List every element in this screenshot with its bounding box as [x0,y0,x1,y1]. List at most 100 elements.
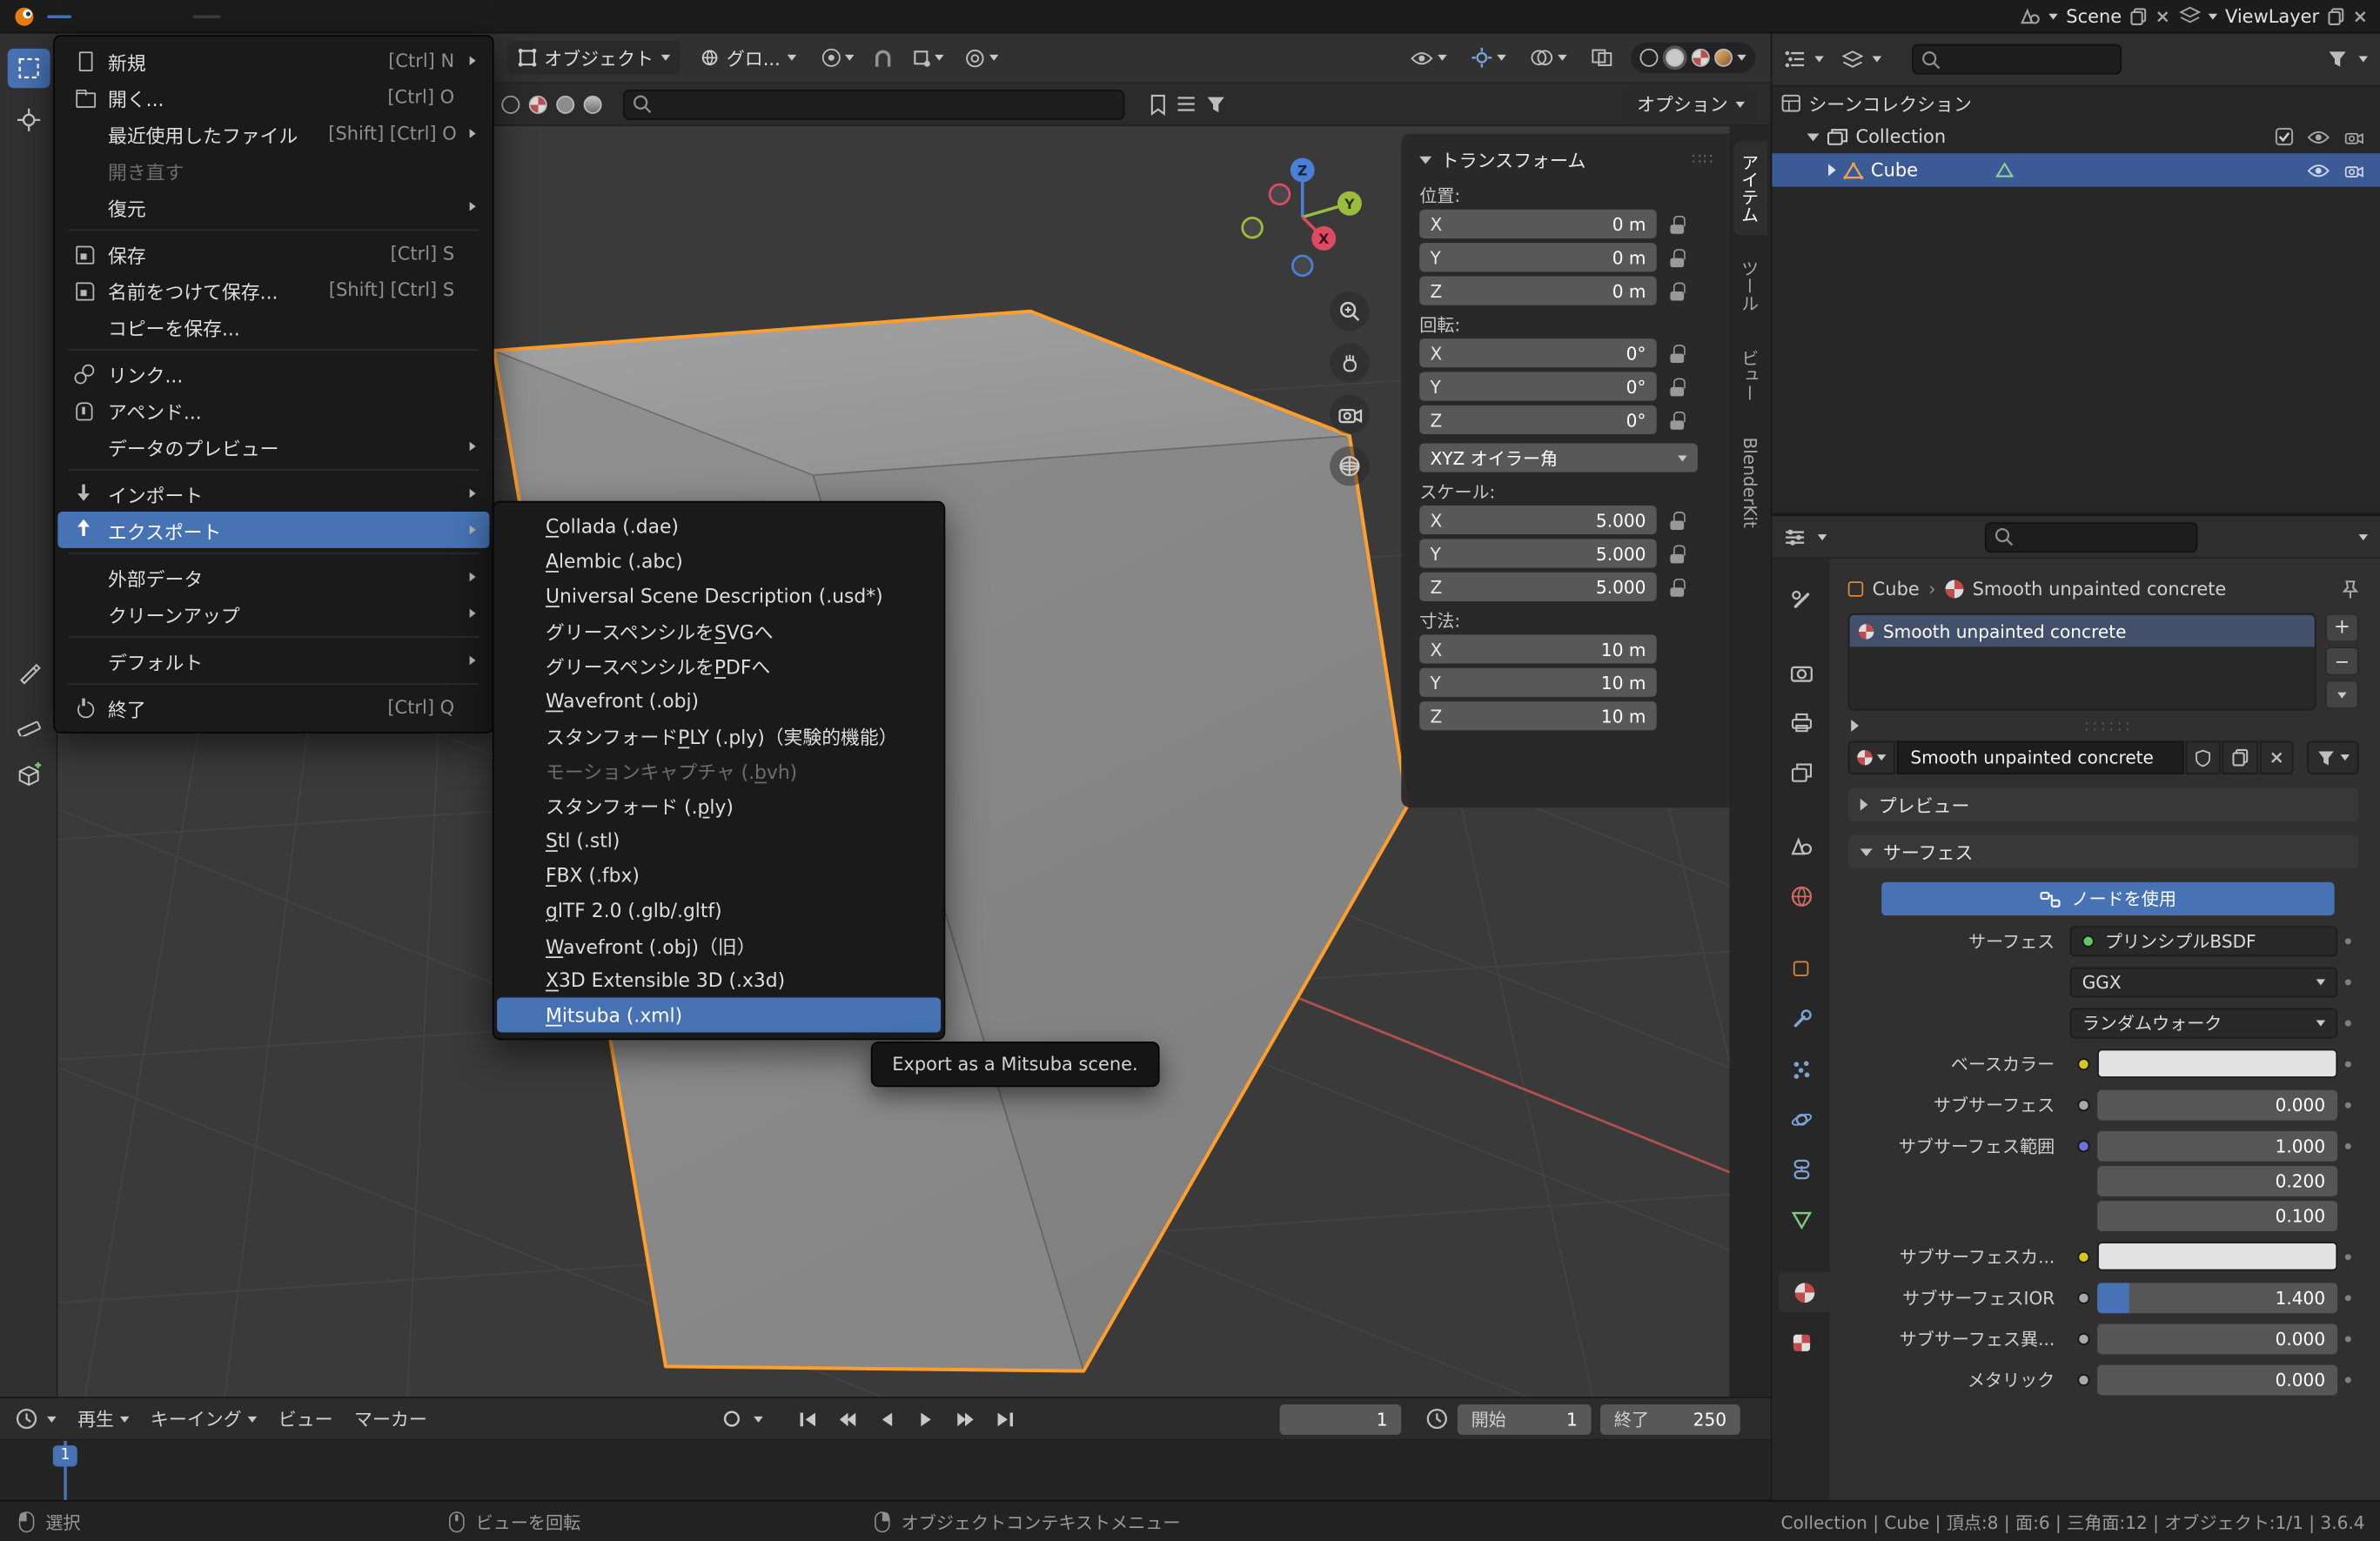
lock-icon[interactable] [1670,411,1684,429]
lock-icon[interactable] [1670,511,1684,529]
shader-link-field[interactable]: プリンシプルBSDF [2070,925,2337,955]
outliner-editor-icon[interactable] [1784,50,1805,69]
decorator-dot[interactable] [2337,1253,2358,1259]
decorator-dot[interactable] [2337,1102,2358,1108]
number-field[interactable]: Z 0 m [1419,277,1656,305]
menu-view[interactable]: ビュー [278,1406,333,1432]
export-menu-item[interactable]: グリースペンシルをSVGへ [497,613,941,648]
decorator-dot[interactable] [2337,1061,2358,1067]
vector-socket-icon[interactable] [2077,1139,2089,1151]
decorator-dot[interactable] [2337,979,2358,985]
export-menu-item[interactable]: X3D Extensible 3D (.x3d) [497,962,941,997]
export-menu-item[interactable]: Collada (.dae) [497,509,941,544]
file-menu-item[interactable]: 外部データ [57,559,489,595]
tab-view-layer[interactable] [1778,753,1823,792]
float-socket-icon[interactable] [2077,1098,2089,1110]
frame-start-field[interactable]: 開始1 [1458,1404,1592,1434]
breadcrumb-object[interactable]: Cube [1873,579,1920,600]
metallic-field[interactable]: 0.000 [2097,1364,2337,1395]
chevron-down-icon[interactable] [1814,57,1823,63]
proportional-edit-toggle[interactable] [960,41,1005,74]
number-field[interactable]: X 10 m [1419,634,1656,663]
blenderkit-scene-icon[interactable] [556,95,574,113]
file-menu-item[interactable]: 復元 [57,188,489,224]
close-icon[interactable] [2155,9,2170,23]
current-frame-badge[interactable]: 1 [53,1445,78,1466]
specials-arrow-icon[interactable] [1851,720,1859,732]
menubar-item[interactable] [124,15,149,17]
workspace-tab[interactable] [395,15,422,17]
hide-eye-icon[interactable] [2307,128,2330,144]
subsurface-radius-y-field[interactable]: 0.200 [2097,1165,2337,1196]
jump-to-start-button[interactable] [790,1404,823,1434]
outliner-search-input[interactable] [1912,44,2122,75]
export-menu-item[interactable]: Mitsuba (.xml) [497,997,941,1032]
rotation-mode-dropdown[interactable]: XYZ オイラー角 [1419,443,1698,472]
tab-material[interactable] [1778,1272,1829,1311]
hide-eye-icon[interactable] [2307,162,2330,178]
lock-icon[interactable] [1670,282,1684,300]
play-reverse-button[interactable] [869,1404,902,1434]
menu-playback[interactable]: 再生 [77,1406,129,1432]
number-field[interactable]: Y 10 m [1419,668,1656,697]
chevron-down-icon[interactable] [1873,57,1881,63]
file-menu-item[interactable]: 開く... [Ctrl] O [57,79,489,116]
overlays-toggle[interactable] [1525,41,1573,74]
viewlayer-selector[interactable]: ViewLayer [2180,5,2368,26]
outliner-row-scene-collection[interactable]: シーンコレクション [1772,86,2380,119]
file-menu-item[interactable]: 名前をつけて保存... [Shift] [Ctrl] S [57,271,489,308]
number-field[interactable]: Z 10 m [1419,701,1656,730]
tool-measure[interactable] [7,705,50,744]
disclosure-icon[interactable] [1828,164,1836,176]
subsurface-anisotropy-field[interactable]: 0.000 [2097,1323,2337,1354]
camera-view-button[interactable] [1330,395,1369,434]
next-keyframe-button[interactable] [949,1404,982,1434]
blenderkit-hdr-icon[interactable] [584,95,602,113]
tab-output[interactable] [1778,703,1823,742]
lock-icon[interactable] [1670,248,1684,266]
shading-rendered-icon[interactable] [1714,49,1733,67]
disclosure-icon[interactable] [1807,133,1820,141]
decorator-dot[interactable] [2337,1020,2358,1026]
file-menu-item[interactable]: 保存 [Ctrl] S [57,235,489,271]
tool-annotate[interactable] [7,653,50,692]
tab-render[interactable] [1778,653,1823,692]
sidebar-tab[interactable]: BlenderKit [1735,425,1766,540]
sidebar-tab[interactable]: ツール [1733,247,1767,324]
menu-keying[interactable]: キーイング [151,1406,257,1432]
close-icon[interactable] [2353,9,2368,23]
decorator-dot[interactable] [2337,937,2358,943]
add-slot-button[interactable] [2325,613,2358,642]
file-menu-item[interactable]: インポート [57,475,489,512]
number-field[interactable]: Z 5.000 [1419,573,1656,601]
export-menu-item[interactable]: Alembic (.abc) [497,544,941,579]
lock-icon[interactable] [1670,545,1684,563]
shading-wireframe-icon[interactable] [1639,49,1658,67]
number-field[interactable]: Y 0 m [1419,243,1656,271]
asset-search-input[interactable] [623,89,1124,119]
slot-specials-button[interactable] [2325,680,2358,709]
decorator-dot[interactable] [2337,1294,2358,1300]
transform-panel-header[interactable]: トランスフォーム [1419,143,1714,176]
number-field[interactable]: X 0 m [1419,210,1656,238]
filter-funnel-icon[interactable] [1205,95,1226,113]
slot-filter-button[interactable] [2307,740,2358,774]
pivot-dropdown[interactable] [817,41,861,74]
tab-texture[interactable] [1778,1323,1823,1362]
file-menu-item[interactable]: エクスポート [57,512,489,548]
fake-user-button[interactable] [2185,740,2220,774]
number-field[interactable]: Y 5.000 [1419,539,1656,567]
drag-grip-icon[interactable] [1692,151,1714,168]
tab-constraints[interactable] [1778,1149,1823,1189]
workspace-tab[interactable] [309,15,336,17]
bookmark-icon[interactable] [1149,93,1167,114]
export-menu-item[interactable]: モーションキャプチャ (.bvh) [497,753,941,787]
play-button[interactable] [908,1404,942,1434]
preview-section-header[interactable]: プレビュー [1848,788,2359,821]
tab-physics[interactable] [1778,1099,1823,1138]
number-field[interactable]: X 5.000 [1419,506,1656,534]
base-color-swatch[interactable] [2097,1049,2337,1078]
blender-logo-icon[interactable] [12,4,38,27]
file-menu-item[interactable]: 最近使用したファイル [Shift] [Ctrl] O [57,116,489,152]
scene-selector[interactable]: Scene [2021,5,2170,26]
